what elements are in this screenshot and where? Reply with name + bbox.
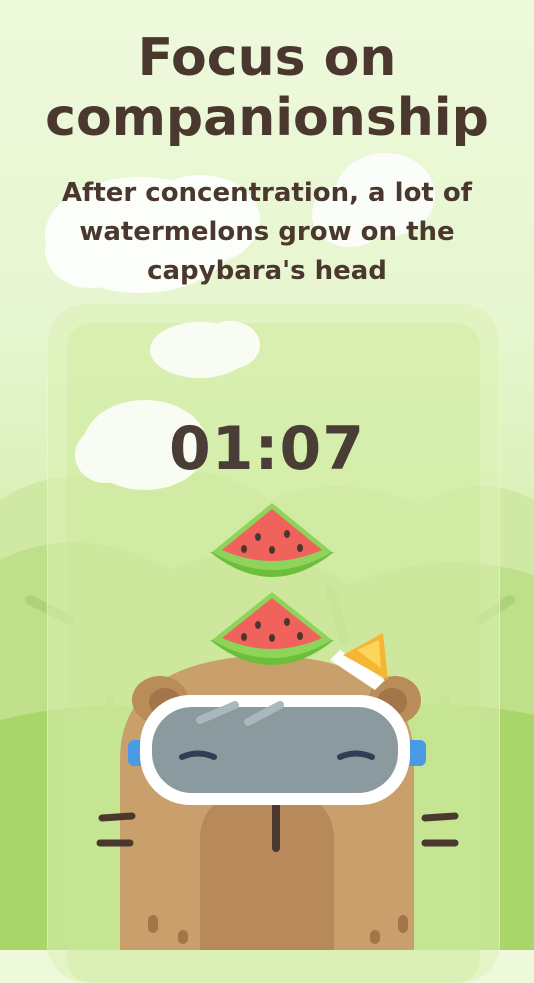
swim-goggles-icon (128, 695, 426, 805)
watermelon-slice-icon (210, 503, 334, 577)
watermelon-slice-icon (210, 592, 334, 665)
capybara-illustration (96, 503, 459, 950)
